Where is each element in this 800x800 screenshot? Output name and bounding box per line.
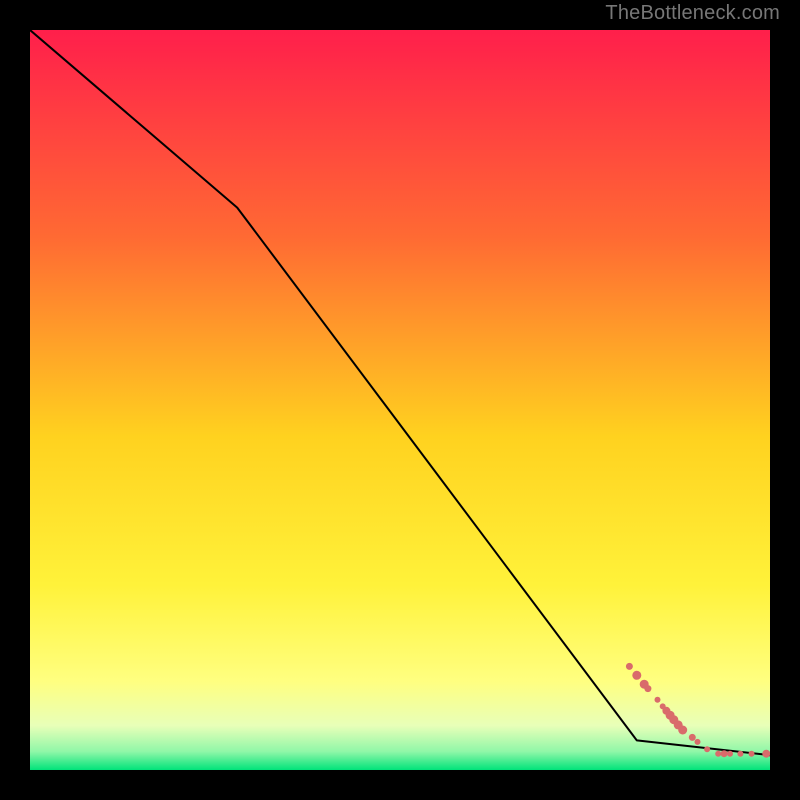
marker-point [704,746,710,752]
marker-point [727,751,733,757]
marker-point [762,750,770,758]
chart-svg [30,30,770,770]
marker-point [655,697,661,703]
marker-point [678,726,687,735]
marker-point [737,751,743,757]
marker-point [689,734,696,741]
marker-point [715,751,721,757]
marker-point [644,685,651,692]
chart-stage: TheBottleneck.com [0,0,800,800]
marker-point [632,671,641,680]
watermark-text: TheBottleneck.com [605,2,780,25]
plot-area [30,30,770,770]
marker-point [749,751,755,757]
marker-point [721,750,728,757]
marker-point [695,739,701,745]
gradient-background [30,30,770,770]
marker-point [626,663,633,670]
